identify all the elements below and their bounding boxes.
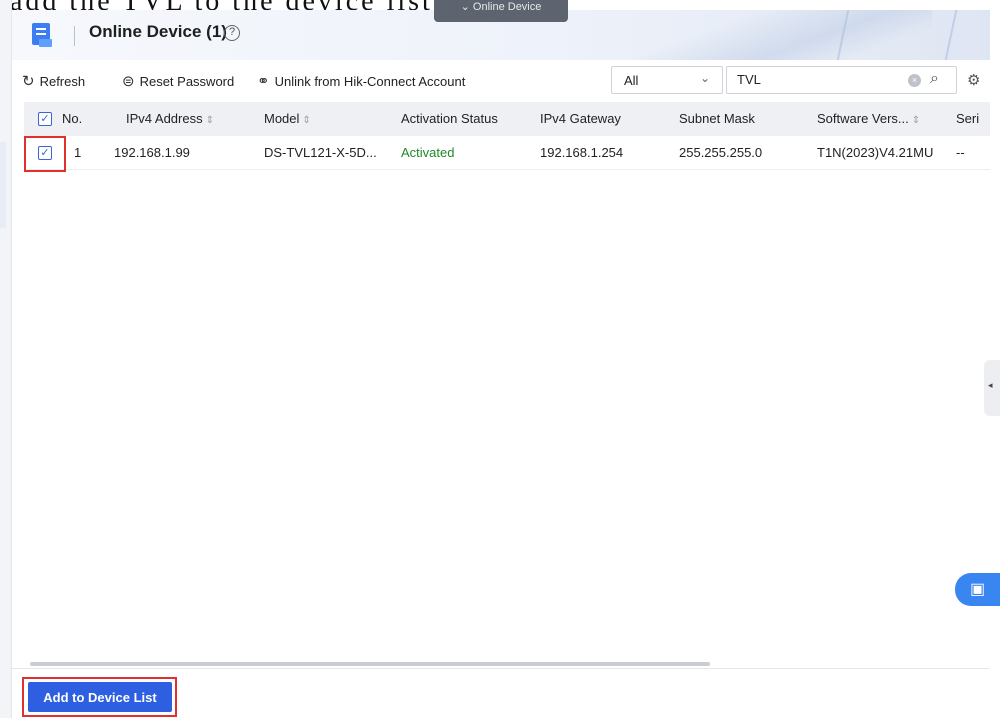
col-header-software-label: Software Vers... [817, 111, 909, 126]
help-circle-icon[interactable]: ? [224, 25, 240, 41]
col-header-activation[interactable]: Activation Status [401, 102, 498, 136]
chevron-down-icon: ⌄ [700, 71, 711, 85]
tooltip-label: Online Device [472, 1, 542, 13]
col-header-subnet[interactable]: Subnet Mask [679, 102, 755, 136]
cell-no: 1 [74, 145, 82, 160]
unlink-label: Unlink from Hik-Connect Account [274, 73, 466, 89]
chevron-left-icon: ◂ [988, 380, 993, 390]
reset-password-button[interactable]: ⊜ Reset Password [122, 72, 234, 90]
search-input[interactable] [737, 72, 897, 87]
refresh-icon: ↻ [22, 73, 35, 90]
cell-ipv4: 192.168.1.99 [114, 145, 190, 160]
sort-icon[interactable]: ⇕ [302, 115, 310, 126]
highlight-add-button [22, 677, 177, 717]
refresh-label: Refresh [39, 73, 86, 89]
cell-activation-status: Activated [401, 145, 455, 160]
device-table: ✓ No. IPv4 Address ⇕ Model ⇕ Activation St… [24, 102, 990, 170]
side-panel-handle[interactable]: ◂ [984, 360, 1000, 416]
column-settings-icon[interactable]: ⚙ [967, 71, 980, 89]
cell-subnet: 255.255.255.0 [679, 145, 763, 160]
sort-icon[interactable]: ⇕ [912, 115, 920, 126]
cell-model: DS-TVL121-X-5D... [264, 145, 377, 160]
cell-serial: -- [956, 145, 965, 160]
col-header-no[interactable]: No. [62, 102, 82, 136]
left-nav-edge [0, 0, 12, 718]
sort-icon[interactable]: ⇕ [206, 115, 214, 126]
col-header-model[interactable]: Model ⇕ [264, 102, 311, 136]
filter-value: All [624, 73, 639, 88]
toolbar: ↻ Refresh ⊜ Reset Password ⚭ Unlink from… [12, 66, 990, 98]
horizontal-scrollbar[interactable] [30, 662, 710, 666]
refresh-button[interactable]: ↻ Refresh [22, 72, 85, 90]
header-decoration-frame [834, 10, 960, 60]
search-icon[interactable]: ⌕ [930, 70, 939, 88]
status-filter-select[interactable]: All ⌄ [611, 66, 723, 94]
search-field[interactable]: × ⌕ [726, 66, 957, 94]
reset-password-icon: ⊜ [122, 73, 135, 90]
col-header-ipv4[interactable]: IPv4 Address ⇕ [126, 102, 214, 136]
reset-password-label: Reset Password [139, 73, 235, 89]
footer-divider [12, 668, 990, 669]
table-header: ✓ No. IPv4 Address ⇕ Model ⇕ Activation St… [24, 102, 990, 136]
table-row[interactable]: ✓ 1 192.168.1.99 DS-TVL121-X-5D... Activ… [24, 136, 990, 170]
col-header-software[interactable]: Software Vers... ⇕ [817, 102, 920, 136]
col-header-serial[interactable]: Seri [956, 102, 979, 136]
nav-active-marker [0, 142, 6, 228]
tooltip-online-device: ⌄ Online Device [434, 0, 568, 22]
page-title: Online Device (1) [89, 22, 227, 41]
clear-icon[interactable]: × [908, 74, 921, 87]
select-all-checkbox[interactable]: ✓ [38, 112, 52, 126]
unlink-icon: ⚭ [257, 73, 270, 90]
cell-gateway: 192.168.1.254 [540, 145, 624, 160]
online-device-icon [32, 23, 52, 47]
highlight-row-checkbox [24, 136, 66, 172]
col-header-model-label: Model [264, 111, 300, 126]
header-divider [74, 26, 75, 46]
col-header-ipv4-label: IPv4 Address [126, 111, 203, 126]
cell-software: T1N(2023)V4.21MU [817, 145, 934, 160]
unlink-button[interactable]: ⚭ Unlink from Hik-Connect Account [257, 72, 465, 90]
col-header-gateway[interactable]: IPv4 Gateway [540, 102, 621, 136]
remote-assist-icon[interactable]: ▣ [955, 573, 1000, 606]
